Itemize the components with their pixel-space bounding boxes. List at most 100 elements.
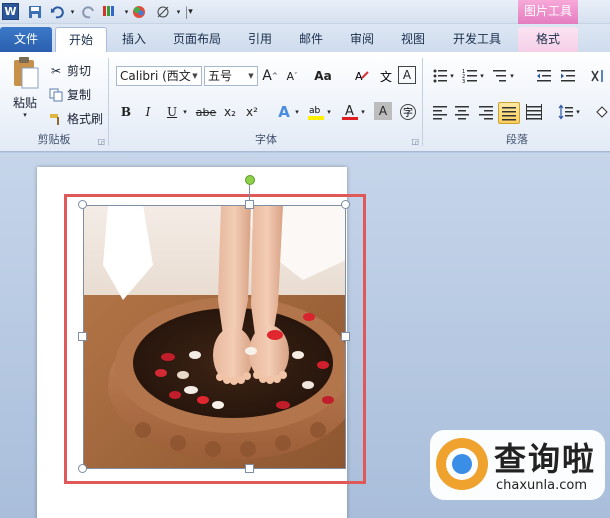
increase-indent-button[interactable] bbox=[558, 66, 578, 86]
save-icon[interactable] bbox=[26, 3, 43, 20]
distribute-button[interactable] bbox=[524, 102, 544, 122]
paint-bucket-icon bbox=[596, 106, 608, 118]
text-effects-dropdown-icon[interactable]: ▾ bbox=[292, 102, 302, 122]
tab-file[interactable]: 文件 bbox=[0, 27, 52, 52]
align-left-icon bbox=[433, 106, 447, 120]
format-painter-button[interactable]: 格式刷 bbox=[48, 110, 103, 127]
highlighter-icon: ab bbox=[308, 106, 324, 120]
align-center-button[interactable] bbox=[452, 102, 472, 122]
clipboard-launcher-icon[interactable]: ◲ bbox=[97, 137, 105, 146]
bullets-icon bbox=[433, 69, 447, 83]
tab-format[interactable]: 格式 bbox=[518, 27, 578, 52]
resize-handle-left[interactable] bbox=[78, 332, 87, 341]
tab-references[interactable]: 引用 bbox=[236, 27, 284, 52]
underline-dropdown-icon[interactable]: ▾ bbox=[180, 102, 190, 122]
bullets-button[interactable] bbox=[430, 66, 450, 86]
ribbon-separator bbox=[422, 58, 423, 146]
enclose-char-button[interactable]: 字 bbox=[398, 102, 418, 122]
font-color-button[interactable]: A bbox=[340, 102, 360, 122]
strikethrough-icon: abe bbox=[195, 105, 217, 119]
subscript-button[interactable]: x₂ bbox=[220, 102, 240, 122]
rotate-handle[interactable] bbox=[245, 175, 255, 185]
char-shading-button[interactable]: A bbox=[374, 102, 392, 120]
shading-button[interactable] bbox=[592, 102, 610, 122]
numbering-dropdown-icon[interactable]: ▾ bbox=[478, 66, 486, 86]
superscript-icon: x² bbox=[246, 105, 258, 119]
font-color-dropdown-icon[interactable]: ▾ bbox=[358, 102, 368, 122]
customize-qat-icon[interactable]: ▾ bbox=[182, 3, 199, 20]
paste-dropdown-icon[interactable]: ▾ bbox=[23, 111, 27, 119]
decrease-indent-button[interactable] bbox=[534, 66, 554, 86]
resize-handle-bottom-left[interactable] bbox=[78, 464, 87, 473]
redo-icon[interactable] bbox=[80, 3, 97, 20]
bullets-dropdown-icon[interactable]: ▾ bbox=[448, 66, 456, 86]
tab-developer[interactable]: 开发工具 bbox=[440, 27, 514, 52]
change-case-button[interactable]: Aa bbox=[310, 66, 336, 86]
font-launcher-icon[interactable]: ◲ bbox=[411, 137, 419, 146]
svg-text:3: 3 bbox=[462, 79, 465, 84]
enclose-char-icon: 字 bbox=[400, 104, 416, 120]
cut-button[interactable]: ✂ 剪切 bbox=[48, 62, 91, 79]
svg-text:ab: ab bbox=[309, 106, 321, 116]
text-effects-icon: A bbox=[278, 103, 290, 121]
magnifier-dot bbox=[452, 454, 472, 474]
font-name-value: Calibri (西文 bbox=[120, 69, 191, 83]
paste-button[interactable]: 粘贴 ▾ bbox=[6, 56, 44, 126]
resize-handle-top[interactable] bbox=[245, 200, 254, 209]
italic-button[interactable]: I bbox=[138, 102, 158, 122]
align-center-icon bbox=[455, 106, 469, 120]
align-right-icon bbox=[479, 106, 493, 120]
grow-font-button[interactable]: A ^ bbox=[260, 66, 280, 86]
tab-page-layout[interactable]: 页面布局 bbox=[160, 27, 234, 52]
underline-button[interactable]: U bbox=[162, 102, 182, 122]
superscript-button[interactable]: x² bbox=[242, 102, 262, 122]
justify-button[interactable] bbox=[498, 102, 520, 124]
svg-text:A: A bbox=[355, 70, 363, 83]
resize-handle-top-left[interactable] bbox=[78, 200, 87, 209]
tab-review[interactable]: 审阅 bbox=[338, 27, 386, 52]
tab-mailings[interactable]: 邮件 bbox=[286, 27, 336, 52]
line-spacing-icon bbox=[558, 104, 573, 120]
grow-font-icon: A bbox=[262, 68, 272, 84]
align-left-button[interactable] bbox=[430, 102, 450, 122]
tab-insert[interactable]: 插入 bbox=[110, 27, 158, 52]
color-icon[interactable] bbox=[130, 3, 147, 20]
copy-label: 复制 bbox=[67, 88, 92, 102]
font-size-select[interactable]: 五号 ▼ bbox=[204, 66, 258, 86]
font-name-select[interactable]: Calibri (西文 ▼ bbox=[116, 66, 202, 86]
copy-button[interactable]: 复制 bbox=[48, 86, 91, 103]
multilevel-dropdown-icon[interactable]: ▾ bbox=[508, 66, 516, 86]
phonetic-guide-button[interactable]: 文 bbox=[376, 66, 396, 86]
line-spacing-dropdown-icon[interactable]: ▾ bbox=[574, 102, 582, 122]
tab-home[interactable]: 开始 bbox=[55, 27, 107, 52]
line-spacing-button[interactable] bbox=[556, 102, 576, 122]
highlight-button[interactable]: ab bbox=[306, 102, 326, 122]
highlight-dropdown-icon[interactable]: ▾ bbox=[324, 102, 334, 122]
clear-format-button[interactable]: A bbox=[352, 66, 372, 86]
text-effects-button[interactable]: A bbox=[274, 102, 294, 122]
magnifier-logo-icon bbox=[436, 438, 488, 490]
numbering-button[interactable]: 123 bbox=[460, 66, 480, 86]
char-border-button[interactable]: A bbox=[398, 66, 416, 84]
undo-icon[interactable] bbox=[48, 3, 65, 20]
draw-icon[interactable] bbox=[154, 3, 171, 20]
multilevel-list-icon bbox=[493, 70, 506, 82]
shrink-font-button[interactable]: Aˇ bbox=[282, 66, 302, 86]
tab-view[interactable]: 视图 bbox=[388, 27, 438, 52]
align-right-button[interactable] bbox=[476, 102, 496, 122]
format-painter-icon[interactable] bbox=[100, 3, 117, 20]
sort-button[interactable] bbox=[588, 66, 608, 86]
picture-tools-contextual-tab: 图片工具 bbox=[518, 0, 578, 24]
bold-button[interactable]: B bbox=[116, 102, 136, 122]
word-app-icon[interactable]: W bbox=[2, 3, 19, 20]
multilevel-list-button[interactable] bbox=[490, 66, 510, 86]
resize-handle-bottom[interactable] bbox=[245, 464, 254, 473]
resize-handle-right[interactable] bbox=[341, 332, 350, 341]
resize-handle-top-right[interactable] bbox=[341, 200, 350, 209]
undo-dropdown-icon[interactable]: ▾ bbox=[64, 3, 81, 20]
watermark-logo: 查询啦 chaxunla.com bbox=[430, 430, 605, 500]
format-painter-label: 格式刷 bbox=[67, 112, 104, 126]
ribbon-separator bbox=[108, 58, 109, 146]
paragraph-group: ▾ 123 ▾ ▾ ▾ 段落 bbox=[424, 56, 610, 148]
strikethrough-button[interactable]: abe bbox=[194, 102, 218, 122]
